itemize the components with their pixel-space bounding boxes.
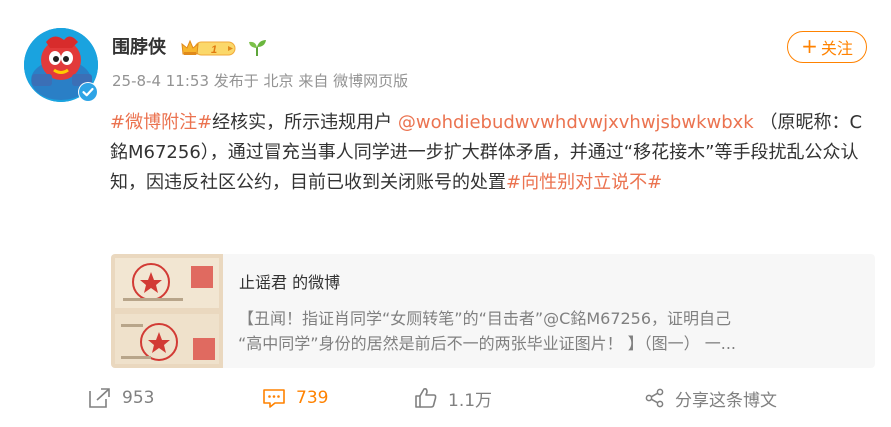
username[interactable]: 围脖侠 xyxy=(112,36,166,60)
comment-icon xyxy=(263,389,285,408)
comment-count: 739 xyxy=(296,388,329,408)
verified-badge-icon xyxy=(78,82,98,102)
action-bar: 953 739 1.1万 分享这条博文 xyxy=(0,382,891,414)
repost-button[interactable]: 953 xyxy=(88,382,154,414)
hashtag-link[interactable]: #向性别对立说不# xyxy=(506,172,662,193)
repost-count: 953 xyxy=(122,388,155,408)
comment-button[interactable]: 739 xyxy=(262,382,328,414)
repost-thumbnail[interactable] xyxy=(111,254,223,368)
like-icon xyxy=(415,388,437,408)
share-button[interactable]: 分享这条博文 xyxy=(645,382,777,414)
mention-link[interactable]: @wohdiebudwvwhdvwjxvhwjsbwkwbxk xyxy=(398,112,754,133)
post-text: #微博附注#经核实，所示违规用户 @wohdiebudwvwhdvwjxvhwj… xyxy=(110,108,868,198)
post-meta: 25-8-4 11:53 发布于 北京 来自 微博网页版 xyxy=(112,70,408,92)
follow-label: 关注 xyxy=(820,39,853,58)
sprout-icon xyxy=(247,38,267,58)
repost-text: 【丑闻！指证肖同学“女厕转笔”的“目击者”@C銘M67256，证明自己 “高中同… xyxy=(238,306,856,356)
repost-text-line: 【丑闻！指证肖同学“女厕转笔”的“目击者”@C銘M67256，证明自己 xyxy=(238,309,732,328)
post-timestamp[interactable]: 25-8-4 11:53 xyxy=(112,72,209,90)
repost-text-line: “高中同学”身份的居然是前后不一的两张毕业证图片！ 】（图一） 一... xyxy=(238,334,737,353)
plus-icon: + xyxy=(801,34,818,58)
vip-crown-icon[interactable]: 1 xyxy=(181,39,236,58)
share-label: 分享这条博文 xyxy=(675,390,777,411)
hashtag-link[interactable]: #微博附注# xyxy=(110,112,212,133)
like-button[interactable]: 1.1万 xyxy=(414,382,492,414)
repost-source-title[interactable]: 止谣君 的微博 xyxy=(239,272,340,294)
share-icon xyxy=(645,388,664,408)
repost-icon xyxy=(89,388,110,408)
vip-level: 1 xyxy=(211,44,217,56)
like-count: 1.1万 xyxy=(448,390,493,411)
post-source: 来自 微博网页版 xyxy=(298,72,409,90)
repost-card[interactable]: 止谣君 的微博 【丑闻！指证肖同学“女厕转笔”的“目击者”@C銘M67256，证… xyxy=(111,254,875,368)
post-location: 发布于 北京 xyxy=(213,72,294,90)
follow-button[interactable]: + 关注 xyxy=(787,31,867,63)
post-text-part: 经核实，所示违规用户 xyxy=(212,112,393,133)
